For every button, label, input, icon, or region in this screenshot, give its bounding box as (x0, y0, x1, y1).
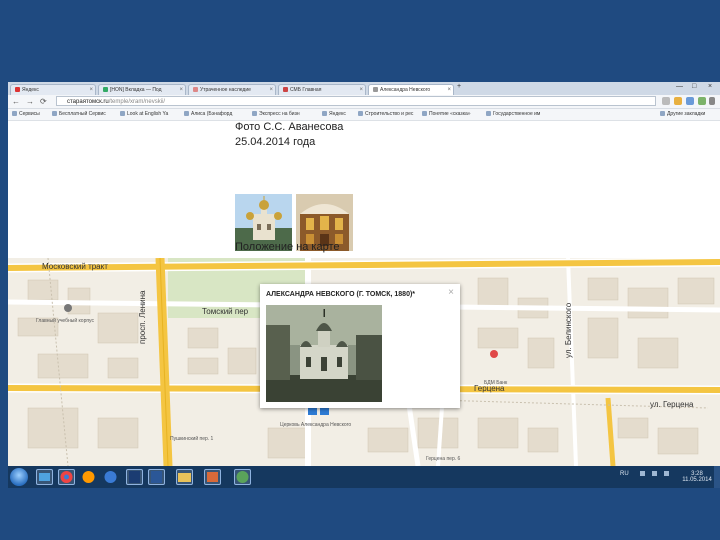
close-button[interactable]: × (708, 83, 712, 90)
tray-volume-icon[interactable] (652, 471, 657, 476)
show-desktop-button[interactable] (714, 466, 720, 488)
tab-yandex[interactable]: Яндекс × (10, 84, 96, 95)
bookmark-item[interactable]: Понятие «сказка» (422, 109, 471, 120)
address-host: стараятомск.ru (67, 99, 109, 105)
tray-network-icon[interactable] (640, 471, 645, 476)
bookmark-item[interactable]: Государственное им (486, 109, 540, 120)
bookmark-star-icon[interactable] (674, 97, 682, 105)
street-belinskogo: ул. Белинского (564, 302, 573, 358)
tab-label: СМБ Главная (290, 87, 322, 93)
tab-strip: Яндекс × [HON] Вкладка — Под × Утраченное … (8, 82, 720, 95)
bookmark-item[interactable]: Алиса (Бэнафорд (184, 109, 232, 120)
bookmark-item[interactable]: Look at English Ya (120, 109, 168, 120)
site-icon (283, 87, 288, 93)
page-content: Фото С.С. Аванесова 25.04.2014 года Поло… (8, 121, 720, 258)
tab-close-icon[interactable]: × (359, 85, 363, 95)
back-button[interactable]: ← (12, 96, 20, 107)
bookmark-icon (184, 111, 189, 117)
bookmark-icon (486, 111, 491, 117)
new-tab-button[interactable]: + (457, 83, 461, 90)
reload-button[interactable]: ⟳ (40, 96, 47, 107)
maximize-button[interactable]: □ (692, 83, 696, 90)
bookmark-item[interactable]: Строительство и рес (358, 109, 413, 120)
tab-smb[interactable]: СМБ Главная × (278, 84, 366, 95)
tab-label: [HON] Вкладка — Под (110, 87, 162, 93)
taskbar-chrome-icon[interactable] (58, 469, 75, 485)
tab-hon[interactable]: [HON] Вкладка — Под × (98, 84, 186, 95)
photo-caption: Фото С.С. Аванесова (235, 121, 344, 133)
map[interactable]: Московский тракт Томский пер просп. Лени… (8, 258, 720, 466)
bookmark-icon (358, 111, 363, 117)
browser-toolbar: ← → ⟳ стараятомск.ru/temple/xram/nevskii… (8, 95, 720, 109)
map-label-stop: Герцена пер. 6 (426, 456, 461, 462)
tab-nevsky[interactable]: Александра Невского × (368, 84, 454, 95)
bookmark-icon (422, 111, 427, 117)
site-icon (193, 87, 198, 93)
address-bar[interactable]: стараятомск.ru/temple/xram/nevskii/ (56, 96, 656, 106)
taskbar-firefox-icon[interactable] (102, 469, 119, 485)
page-icon (373, 87, 378, 93)
start-button[interactable] (10, 468, 28, 486)
street-tomsky: Томский пер (202, 307, 249, 316)
bookmark-icon (52, 111, 57, 117)
tab-close-icon[interactable]: × (269, 85, 273, 95)
tab-close-icon[interactable]: × (179, 85, 183, 95)
zoom-icon[interactable] (662, 97, 670, 105)
tab-close-icon[interactable]: × (89, 85, 93, 95)
bookmark-item[interactable]: Экспресс на бизн (252, 109, 300, 120)
bookmark-item[interactable]: Бесплатный Сервис (52, 109, 106, 120)
tab-close-icon[interactable]: × (447, 85, 451, 95)
clock-date: 11.05.2014 (682, 477, 712, 483)
minimize-button[interactable]: — (676, 83, 683, 90)
taskbar-file-manager-icon[interactable] (176, 469, 193, 485)
street-gertsena: ул. Герцена (650, 400, 694, 409)
language-indicator[interactable]: RU (620, 471, 629, 477)
bookmark-icon (120, 111, 125, 117)
map-label-corpus: Главный учебный корпус (36, 318, 95, 324)
taskbar-media-player-icon[interactable] (80, 469, 97, 485)
menu-icon[interactable] (709, 97, 715, 105)
tab-heritage[interactable]: Утраченное наследие × (188, 84, 276, 95)
taskbar-antivirus-icon[interactable] (234, 469, 251, 485)
tab-label: Яндекс (22, 87, 39, 93)
other-bookmarks[interactable]: Другие закладки (660, 109, 705, 120)
extension-icon[interactable] (698, 97, 706, 105)
site-icon (103, 87, 108, 93)
tray-flag-icon[interactable] (664, 471, 669, 476)
yandex-icon (15, 87, 20, 93)
taskbar-clock[interactable]: 3:28 11.05.2014 (680, 471, 714, 483)
map-label-bank: БДМ Банк (484, 380, 508, 386)
taskbar-explorer-icon[interactable] (36, 469, 53, 485)
bookmark-icon (252, 111, 257, 117)
street-moskovsky: Московский тракт (42, 262, 108, 271)
apps-icon (12, 111, 17, 117)
forward-button[interactable]: → (26, 96, 34, 107)
balloon-title: АЛЕКСАНДРА НЕВСКОГО (Г. ТОМСК, 1880)* (266, 291, 416, 298)
photo-date: 25.04.2014 года (235, 136, 316, 148)
taskbar-word-icon[interactable] (148, 469, 165, 485)
taskbar-paint-icon[interactable] (204, 469, 221, 485)
bookmark-item[interactable]: Яндекс (322, 109, 346, 120)
windows-taskbar: RU 3:28 11.05.2014 (8, 466, 720, 488)
extension-icon[interactable] (686, 97, 694, 105)
map-balloon: АЛЕКСАНДРА НЕВСКОГО (Г. ТОМСК, 1880)* × (260, 284, 460, 408)
address-path: /temple/xram/nevskii/ (108, 99, 166, 105)
map-heading: Положение на карте (235, 241, 340, 253)
folder-icon (660, 111, 665, 117)
taskbar-photoshop-icon[interactable] (126, 469, 143, 485)
tab-label: Александра Невского (380, 87, 431, 93)
bookmark-item[interactable]: Сервисы (12, 109, 40, 120)
map-label-church: Церковь Александра Невского (280, 422, 352, 428)
street-lenina: просп. Ленина (138, 290, 147, 344)
close-icon[interactable]: × (448, 287, 454, 298)
yandex-icon (322, 111, 327, 117)
church-photo[interactable] (266, 305, 382, 402)
screenshot-window: Яндекс × [HON] Вкладка — Под × Утраченное … (8, 82, 720, 488)
bookmarks-bar: Сервисы Бесплатный Сервис Look at Englis… (8, 109, 720, 121)
tab-label: Утраченное наследие (200, 87, 251, 93)
map-label-stop: Пушкинский пер. 1 (170, 436, 214, 442)
